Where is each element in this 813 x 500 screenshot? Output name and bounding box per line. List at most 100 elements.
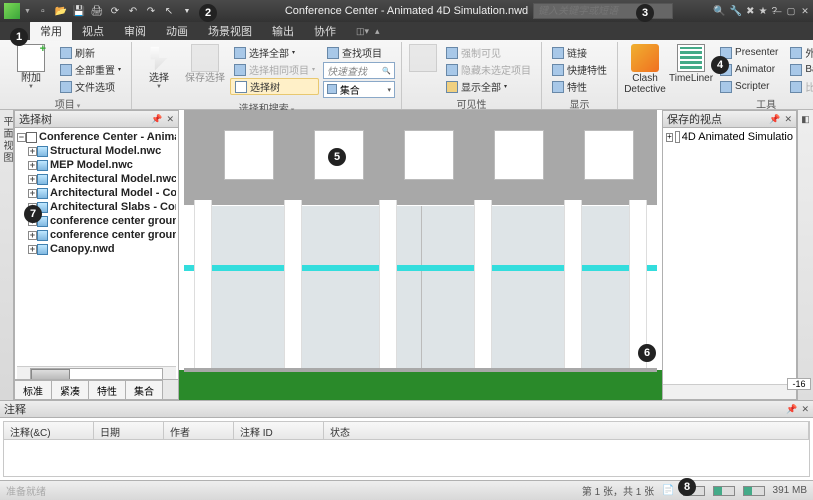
append-button[interactable]: 附加 ▼	[10, 44, 52, 90]
comments-grid[interactable]: 注释(&C) 日期 作者 注释 ID 状态	[3, 421, 810, 477]
list-item[interactable]: + 4D Animated Simulatio	[666, 131, 793, 143]
force-visible-button[interactable]: 强制可见	[442, 44, 535, 61]
exchange-icon[interactable]: ✖	[746, 6, 754, 17]
timeliner-button[interactable]: TimeLiner	[670, 44, 712, 84]
scripter-icon	[720, 81, 732, 93]
tree-tab-compact[interactable]: 紧凑	[52, 380, 89, 399]
tree-close-icon[interactable]: ✕	[166, 114, 174, 125]
select-same-button[interactable]: 选择相同项目 ▾	[230, 61, 319, 78]
tab-review[interactable]: 审阅	[114, 21, 156, 41]
3d-viewport[interactable]	[179, 110, 662, 400]
col-author[interactable]: 作者	[164, 422, 234, 439]
scripter-button[interactable]: Scripter	[716, 78, 782, 95]
appearance-button[interactable]: 外观配置器	[786, 44, 813, 61]
minimize-button[interactable]: —	[771, 6, 783, 17]
status-text: 准备就绪	[6, 483, 46, 498]
file-options-button[interactable]: 文件选项	[56, 78, 125, 95]
tree-tab-sets[interactable]: 集合	[126, 380, 163, 399]
col-date[interactable]: 日期	[94, 422, 164, 439]
ribbon-pin-icon[interactable]: ▴	[375, 26, 380, 37]
hideunsel-icon	[446, 64, 458, 76]
reset-all-button[interactable]: 全部重置 ▾	[56, 61, 125, 78]
qat-new-icon[interactable]: ▫	[35, 3, 51, 19]
tree-node[interactable]: +Structural Model.nwc	[17, 144, 176, 158]
find-items-button[interactable]: 查找项目	[323, 44, 395, 61]
hide-button[interactable]	[408, 44, 438, 73]
ribbon-extra-icon[interactable]: ◫▾	[356, 26, 369, 37]
tree-node[interactable]: +Architectural Model - Colu	[17, 186, 176, 200]
select-all-button[interactable]: 选择全部 ▾	[230, 44, 319, 61]
window-title: Conference Center - Animated 4D Simulati…	[285, 5, 528, 17]
properties-button[interactable]: 特性	[548, 78, 611, 95]
tab-home[interactable]: 常用	[30, 21, 72, 41]
nav-tools-bar: ◧	[797, 110, 813, 400]
saved-viewpoints-list[interactable]: + 4D Animated Simulatio	[663, 128, 796, 384]
tab-collab[interactable]: 协作	[304, 21, 346, 41]
zoom-value[interactable]: -16	[787, 378, 811, 390]
app-icon[interactable]	[4, 3, 20, 19]
tree-pin-icon[interactable]: 📌	[151, 114, 162, 125]
key-icon[interactable]: 🔧	[730, 6, 742, 17]
tree-node[interactable]: +Architectural Model.nwc	[17, 172, 176, 186]
qat-more-icon[interactable]: ▼	[179, 3, 195, 19]
select-button[interactable]: 选择 ▼	[138, 44, 180, 90]
col-comment[interactable]: 注释(&C)	[4, 422, 94, 439]
tree-node[interactable]: +conference center ground.	[17, 228, 176, 242]
selection-tree[interactable]: −Conference Center - Animate+Structural …	[15, 128, 178, 379]
qat-redo-icon[interactable]: ↷	[143, 3, 159, 19]
qat-save-icon[interactable]: 💾	[71, 3, 87, 19]
qat-print-icon[interactable]: 🖨	[89, 3, 105, 19]
selsame-icon	[234, 64, 246, 76]
qat-undo-icon[interactable]: ↶	[125, 3, 141, 19]
clash-detective-button[interactable]: Clash Detective	[624, 44, 666, 95]
vp-scrollbar[interactable]	[663, 384, 796, 399]
comments-title: 注释	[4, 401, 26, 417]
qat-select-icon[interactable]: ↖	[161, 3, 177, 19]
sheet-nav-icon[interactable]: 📄	[662, 485, 674, 496]
refresh-button[interactable]: 刷新	[56, 44, 125, 61]
tree-tab-props[interactable]: 特性	[89, 380, 126, 399]
compare-button[interactable]: 比较	[786, 78, 813, 95]
vp-close-icon[interactable]: ✕	[784, 114, 792, 125]
comments-close-icon[interactable]: ✕	[801, 404, 809, 415]
links-button[interactable]: 链接	[548, 44, 611, 61]
maximize-button[interactable]: ▢	[785, 6, 797, 17]
tree-scrollbar[interactable]	[17, 366, 176, 379]
search-go-icon[interactable]: 🔍	[713, 6, 725, 17]
qat-refresh-icon[interactable]: ⟳	[107, 3, 123, 19]
vp-pin-icon[interactable]: 📌	[769, 114, 780, 125]
save-selection-button[interactable]: 保存选择	[184, 44, 226, 84]
selall-icon	[234, 47, 246, 59]
quick-props-button[interactable]: 快捷特性	[548, 61, 611, 78]
tree-node[interactable]: +MEP Model.nwc	[17, 158, 176, 172]
tab-output[interactable]: 输出	[262, 21, 304, 41]
tree-tab-standard[interactable]: 标准	[15, 380, 52, 399]
comments-panel: 注释 📌 ✕ 注释(&C) 日期 作者 注释 ID 状态	[0, 400, 813, 480]
comments-pin-icon[interactable]: 📌	[786, 404, 797, 415]
nav-tool-icon[interactable]: ◧	[801, 114, 810, 125]
batch-utility-button[interactable]: Batch Utility	[786, 61, 813, 78]
props-icon	[552, 81, 564, 93]
quickfind-combo[interactable]: 快速查找🔍	[323, 62, 395, 79]
title-bar: ▼ ▫ 📂 💾 🖨 ⟳ ↶ ↷ ↖ ▼ Conference Center - …	[0, 0, 813, 22]
tab-animation[interactable]: 动画	[156, 21, 198, 41]
tab-sceneview[interactable]: 场景视图	[198, 21, 262, 41]
show-all-button[interactable]: 显示全部 ▾	[442, 78, 535, 95]
sets-combo[interactable]: 集合▾	[323, 81, 395, 98]
main-area: 平面视图 选择树 📌 ✕ −Conference Center - Animat…	[0, 110, 813, 400]
tree-node[interactable]: −Conference Center - Animate	[17, 130, 176, 144]
callout-badge: 5	[328, 148, 346, 166]
fileopts-icon	[60, 81, 72, 93]
close-button[interactable]: ✕	[799, 6, 811, 17]
hide-unselected-button[interactable]: 隐藏未选定项目	[442, 61, 535, 78]
qat-open-icon[interactable]: 📂	[53, 3, 69, 19]
col-status[interactable]: 状态	[324, 422, 809, 439]
animation-icon	[675, 131, 680, 143]
append-icon	[17, 44, 45, 72]
tree-node[interactable]: +Canopy.nwd	[17, 242, 176, 256]
select-tree-button[interactable]: 选择树	[230, 78, 319, 95]
sidebar-label-plan[interactable]: 平面视图	[0, 110, 14, 400]
col-id[interactable]: 注释 ID	[234, 422, 324, 439]
tab-viewpoint[interactable]: 视点	[72, 21, 114, 41]
star-icon[interactable]: ★	[758, 6, 767, 17]
